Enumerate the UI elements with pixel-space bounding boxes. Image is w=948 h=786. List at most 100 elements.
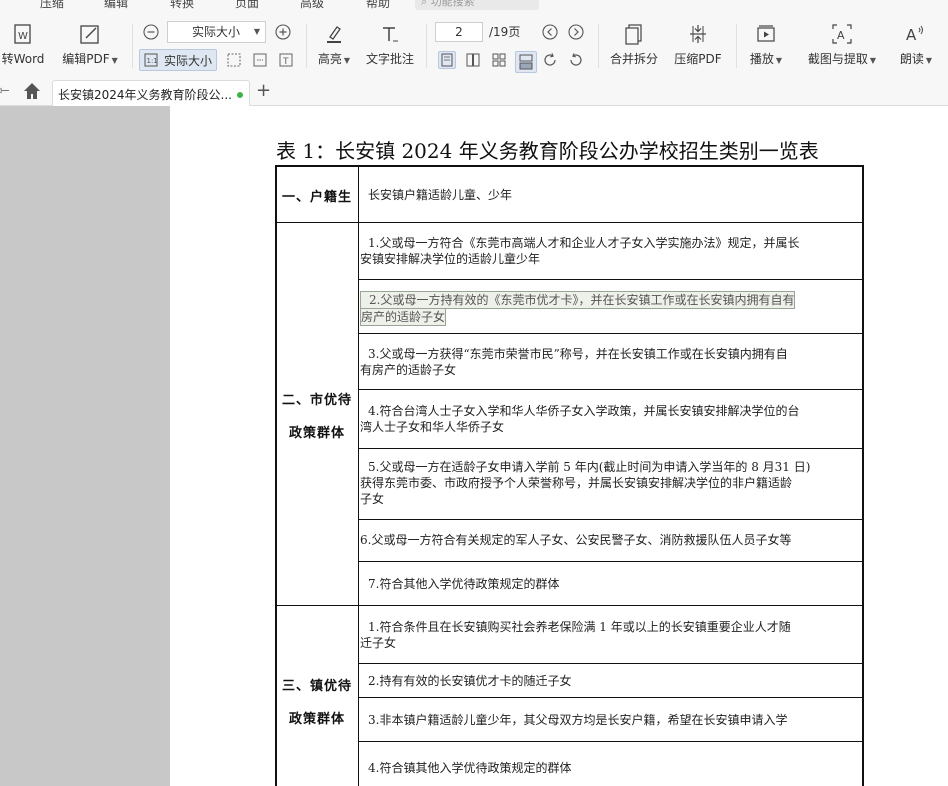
table-cell: 1.父或母一方符合《东莞市高端人才和企业人才子女入学实施办法》规定，并属长 安镇… [360, 236, 800, 266]
back-arrow-icon[interactable]: ⇽ [0, 83, 10, 99]
next-page-icon[interactable] [567, 23, 585, 41]
read-aloud-button[interactable]: A 朗读 ▼ [894, 20, 938, 67]
ocr-capture-icon: A [831, 20, 853, 48]
category-town-policy-line2: 政策群体 [288, 712, 345, 727]
table-cell: 5.父或母一方在适龄子女申请入学前 5 年内(截止时间为申请入学当年的 8 月3… [360, 460, 811, 506]
table-row-divider [358, 519, 864, 520]
speaker-text-icon: A [904, 20, 928, 48]
text-tool-icon [379, 20, 401, 48]
two-page-view-icon[interactable] [464, 51, 482, 69]
table-cell: 7.符合其他入学优待政策规定的群体 [368, 577, 560, 591]
menu-edit[interactable]: 编辑 [104, 0, 128, 11]
zoom-in-icon[interactable] [274, 23, 292, 41]
search-icon: ⌕ [421, 0, 428, 8]
continuous-scroll-icon[interactable] [515, 51, 537, 73]
table-column-divider [358, 167, 359, 786]
table-row-divider [358, 448, 864, 449]
compress-icon [687, 20, 709, 48]
chevron-down-icon: ▼ [253, 27, 260, 36]
admission-category-table: 一、户籍生 二、市优待 政策群体 三、镇优待 政策群体 长安镇户籍适龄儿童、少年… [275, 165, 864, 786]
play-icon [755, 20, 777, 48]
table-cell: 3.非本镇户籍适龄儿童少年，其父母双方均是长安户籍，希望在长安镇申请入学 [368, 713, 788, 727]
toolbar-divider [598, 24, 599, 68]
toolbar-divider [736, 24, 737, 68]
new-tab-icon[interactable]: + [256, 81, 271, 101]
edit-pencil-icon [79, 20, 101, 48]
toolbar-divider [426, 24, 427, 68]
zoom-level-select[interactable]: 实际大小 ▼ [167, 21, 266, 43]
text-note-button[interactable]: 文字批注 [364, 20, 416, 67]
chevron-down-icon: ▼ [111, 56, 118, 65]
svg-text:T: T [282, 57, 289, 67]
edit-pdf-button[interactable]: 编辑PDF ▼ [60, 20, 120, 67]
menu-advanced[interactable]: 高级 [300, 0, 324, 11]
menu-help[interactable]: 帮助 [366, 0, 390, 11]
table-cell: 1.符合条件且在长安镇购买社会养老保险满 1 年或以上的长安镇重要企业人才随 迁… [360, 620, 791, 650]
table-row-divider [358, 561, 864, 562]
svg-text:1:1: 1:1 [147, 57, 158, 65]
single-page-view-icon[interactable] [438, 51, 456, 69]
table-row-divider [358, 697, 864, 698]
actual-size-icon: 1:1 [144, 53, 158, 67]
table-cell: 3.父或母一方获得“东莞市荣誉市民”称号，并在长安镇工作或在长安镇内拥有自 有房… [360, 347, 788, 377]
table-cell: 2.持有有效的长安镇优才卡的随迁子女 [368, 674, 572, 688]
category-city-policy-line2: 政策群体 [288, 426, 345, 441]
function-search-placeholder: 功能搜索 [430, 0, 475, 8]
home-icon[interactable] [22, 81, 42, 104]
page-number-input[interactable]: 2 [435, 22, 483, 42]
fit-page-icon[interactable] [225, 51, 243, 69]
table-cell: 4.符合台湾人士子女入学和华人华侨子女入学政策，并属长安镇安排解决学位的台 湾人… [360, 404, 800, 434]
rotate-clockwise-icon[interactable] [541, 51, 559, 69]
table-row-divider [358, 663, 864, 664]
play-button[interactable]: 播放 ▼ [746, 20, 786, 67]
svg-text:A: A [837, 29, 845, 42]
table-cell: 长安镇户籍适龄儿童、少年 [368, 188, 513, 202]
toolbar-divider [306, 24, 307, 68]
toolbar-divider [132, 24, 133, 68]
function-search-box[interactable]: ⌕ 功能搜索 [415, 0, 539, 10]
rotate-counterclockwise-icon[interactable] [567, 51, 585, 69]
merge-split-button[interactable]: 合并拆分 [606, 20, 662, 67]
highlight-button[interactable]: 高亮 ▼ [314, 20, 354, 67]
screenshot-extract-button[interactable]: A 截图与提取 ▼ [804, 20, 880, 67]
category-town-policy-line1: 三、镇优待 [281, 679, 352, 694]
menu-convert[interactable]: 转换 [170, 0, 194, 11]
word-icon: W [12, 20, 34, 48]
text-select-icon[interactable]: T [277, 51, 295, 69]
chevron-down-icon: ▼ [775, 56, 783, 65]
page-total-label: /19页 [489, 25, 521, 39]
pdf-page: 表 1：长安镇 2024 年义务教育阶段公办学校招生类别一览表 一、户籍生 二、… [170, 106, 948, 786]
table-cell: 6.父或母一方符合有关规定的军人子女、公安民警子女、消防救援队伍人员子女等 [360, 533, 792, 547]
svg-text:A: A [906, 26, 917, 44]
fit-width-icon[interactable] [251, 51, 269, 69]
previous-page-icon[interactable] [541, 23, 559, 41]
actual-size-button[interactable]: 1:1 实际大小 [139, 49, 217, 71]
toolbar: W 转Word 编辑PDF ▼ 实际大小 ▼ 1:1 实际大小 T 高亮 ▼ 文… [0, 16, 948, 78]
table-cell-selected[interactable]: 2.父或母一方持有效的《东莞市优才卡》，并在长安镇工作或在长安镇内拥有自有 房产… [360, 291, 796, 326]
table-row-divider [358, 333, 864, 334]
chevron-down-icon: ▼ [925, 56, 933, 65]
compress-pdf-button[interactable]: 压缩PDF [672, 20, 724, 67]
category-city-policy-line1: 二、市优待 [281, 393, 352, 408]
chevron-down-icon: ▼ [869, 56, 877, 65]
tab-status-dot-icon [237, 92, 243, 98]
highlighter-icon [323, 20, 345, 48]
table-cell: 4.符合镇其他入学优待政策规定的群体 [368, 761, 572, 775]
merge-pages-icon [623, 20, 645, 48]
menu-bar: 压缩 编辑 转换 页面 高级 帮助 ⌕ 功能搜索 [0, 0, 948, 16]
multi-page-view-icon[interactable] [490, 51, 508, 69]
table-row-divider [358, 741, 864, 742]
zoom-out-icon[interactable] [142, 23, 160, 41]
table-row-divider [358, 389, 864, 390]
menu-compress[interactable]: 压缩 [40, 0, 64, 11]
to-word-button[interactable]: W 转Word [0, 20, 50, 67]
chevron-down-icon: ▼ [343, 56, 351, 65]
menu-page[interactable]: 页面 [235, 0, 259, 11]
side-panel [0, 106, 170, 786]
category-household: 一、户籍生 [281, 190, 352, 205]
table-caption: 表 1：长安镇 2024 年义务教育阶段公办学校招生类别一览表 [276, 139, 819, 163]
table-row-divider [277, 605, 864, 606]
table-row-divider [277, 222, 864, 223]
tab-document[interactable]: 长安镇2024年义务教育阶段公... [52, 80, 250, 106]
table-row-divider [358, 279, 864, 280]
